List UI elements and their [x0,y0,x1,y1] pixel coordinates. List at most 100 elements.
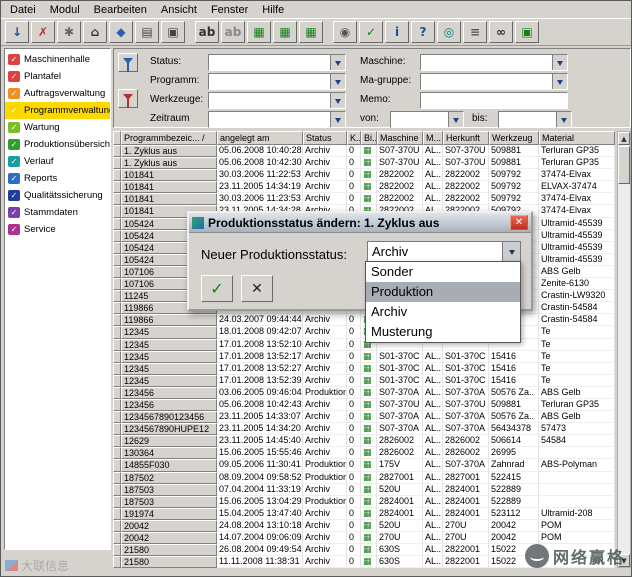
modules-icon-button[interactable]: ◆ [109,21,133,43]
table-row[interactable]: 14855F030 09.05.2006 11:30:41 Produktion 0 ▦… [113,459,615,472]
status-combo[interactable] [208,54,346,71]
column-header-cell-werkzeug[interactable]: Werkzeug [489,131,539,145]
dropdown-option-archiv[interactable]: Archiv [366,302,520,322]
ok-icon-button[interactable]: ✓ [359,21,383,43]
sidebar-item-reports[interactable]: ✓ Reports [5,170,110,187]
chevron-down-icon[interactable] [330,93,345,108]
column-header-cell-bild-icon[interactable]: Bi... [361,131,377,145]
sidebar-item-maschinenhalle[interactable]: ✓ Maschinenhalle [5,51,110,68]
table-row[interactable]: 1. Zyklus aus 05.06.2008 10:42:30 Archiv 0 ▦… [113,157,615,170]
close-icon[interactable]: ✕ [510,215,528,230]
werkzeuge-combo[interactable] [208,92,346,109]
table-row[interactable]: 1234567890HUPE12 23.11.2005 14:34:20 Archi… [113,423,615,436]
memo-input[interactable] [420,92,568,109]
chevron-down-icon[interactable] [330,74,345,89]
chevron-down-icon[interactable] [330,55,345,70]
home-icon-button[interactable]: ⌂ [83,21,107,43]
zeitraum-combo[interactable] [208,111,346,128]
column-header-cell-herkunft[interactable]: Herkunft [443,131,489,145]
menu-ansicht[interactable]: Ansicht [154,2,204,18]
list-icon-button[interactable]: ≡ [463,21,487,43]
sidebar-item-auftragsverwaltung[interactable]: ✓ Auftragsverwaltung [5,85,110,102]
column-header-cell-m[interactable]: M... [423,131,443,145]
filter-reset-button[interactable] [118,89,138,108]
cancel-button[interactable]: ✕ [241,275,273,302]
text-icon-button[interactable]: ab [221,21,245,43]
status-select[interactable]: Archiv [367,241,521,263]
print-icon-button[interactable]: ▣ [161,21,185,43]
dropdown-option-musterung[interactable]: Musterung [366,322,520,342]
table-row[interactable]: 12629 23.11.2005 14:45:40 Archiv 0 ▦ 2826002 A… [113,435,615,448]
programm-combo[interactable] [208,73,346,90]
delete-icon-button[interactable]: ✗ [31,21,55,43]
menu-datei[interactable]: Datei [3,2,43,18]
scroll-up-icon[interactable]: ▲ [618,132,630,145]
bis-combo[interactable] [498,111,572,128]
sidebar-item-stammdaten[interactable]: ✓ Stammdaten [5,204,110,221]
table-row[interactable]: 11986624.03.2007 09:44:44Archiv0▦Crastin… [113,314,615,327]
menu-modul[interactable]: Modul [43,2,87,18]
sidebar-item-verlauf[interactable]: ✓ Verlauf [5,153,110,170]
view-icon-button[interactable]: ◎ [437,21,461,43]
sidebar-item-service[interactable]: ✓ Service [5,221,110,238]
import-icon-button[interactable]: ↓ [5,21,29,43]
dialog-titlebar[interactable]: Produktionsstatus ändern: 1. Zyklus aus … [189,213,531,233]
menu-bearbeiten[interactable]: Bearbeiten [87,2,154,18]
preview-icon-button[interactable]: ▤ [135,21,159,43]
menu-fenster[interactable]: Fenster [204,2,255,18]
magruppe-combo[interactable] [420,73,568,90]
table-row[interactable]: 20042 14.07.2004 09:06:09 Archiv 0 ▦ 270U AL..… [113,532,615,545]
table-row[interactable]: 101841 30.03.2006 11:22:53 Archiv 0 ▦ 2822002… [113,169,615,182]
sidebar-item-programmverwaltung[interactable]: ✓ Programmverwaltung [5,102,110,119]
table-row[interactable]: 1. Zyklus aus 05.06.2008 10:40:28 Archiv 0 ▦… [113,145,615,158]
table-refresh-icon-button[interactable]: ▦ [299,21,323,43]
table-row[interactable]: 1234518.01.2008 09:42:07Archiv0▦Te [113,326,615,339]
status-icon-button[interactable]: ▣ [515,21,539,43]
maschine-combo[interactable] [420,54,568,71]
sidebar-item-wartung[interactable]: ✓ Wartung [5,119,110,136]
table-import-icon-button[interactable]: ▦ [273,21,297,43]
column-header-row-gutter[interactable] [113,131,121,145]
table-row[interactable]: 20042 24.08.2004 13:10:18 Archiv 0 ▦ 520U AL..… [113,519,615,532]
dropdown-option-produktion[interactable]: Produktion [366,282,520,302]
table-row[interactable]: 101841 30.03.2006 11:23:53 Archiv 0 ▦ 2822002… [113,193,615,206]
table-row[interactable]: 12345 17.01.2008 13:52:17 Archiv 0 ▦ S01-370C… [113,350,615,363]
scroll-thumb[interactable] [618,146,630,184]
column-header-cell-k[interactable]: K... [347,131,361,145]
chevron-down-icon[interactable] [552,74,567,89]
vertical-scrollbar[interactable]: ▲ ▼ [617,131,631,568]
settings-icon-button[interactable]: ✱ [57,21,81,43]
chevron-down-icon[interactable] [556,112,571,127]
column-header-cell-status[interactable]: Status [303,131,347,145]
column-header-cell-programmbezeichnung[interactable]: Programmbezeic... / [121,131,217,145]
table-row[interactable]: 12345 17.01.2008 13:52:10 Archiv 0 ▦ Te [113,338,615,351]
von-combo[interactable] [390,111,464,128]
column-header-cell-material[interactable]: Material [539,131,615,145]
table-row[interactable]: 187502 08.09.2004 09:58:52 Produktion 0 ▦ 282… [113,471,615,484]
chevron-down-icon[interactable] [330,112,345,127]
table-row[interactable]: 12345 17.01.2008 13:52:39 Archiv 0 ▦ S01-370C… [113,374,615,387]
sidebar-item-plantafel[interactable]: ✓ Plantafel [5,68,110,85]
dropdown-option-sonder[interactable]: Sonder [366,262,520,282]
table-row[interactable]: 1234567890123456 23.11.2005 14:33:07 Archi… [113,411,615,424]
sidebar-item-produktionsbersicht[interactable]: ✓ Produktionsübersicht [5,136,110,153]
help-icon-button[interactable]: ? [411,21,435,43]
column-header-cell-maschine[interactable]: Maschine [377,131,423,145]
info-icon-button[interactable]: i [385,21,409,43]
table-row[interactable]: 123456 03.06.2005 09:46:04 Produktion 0 ▦ S07… [113,386,615,399]
table-row[interactable]: 191974 15.04.2005 13:47:40 Archiv 0 ▦ 2824001… [113,507,615,520]
column-header-cell-angelegt-am[interactable]: angelegt am [217,131,303,145]
chevron-down-icon[interactable] [552,55,567,70]
filter-apply-button[interactable] [118,53,138,72]
chevron-down-icon[interactable] [448,112,463,127]
table-row[interactable]: 123456 05.06.2008 10:42:43 Archiv 0 ▦ S07-370… [113,398,615,412]
table-row[interactable]: 101841 23.11.2005 14:34:19 Archiv 0 ▦ 2822002… [113,181,615,194]
sidebar-item-qualittssicherung[interactable]: ✓ Qualitätssicherung [5,187,110,204]
table-row[interactable]: 12345 17.01.2008 13:52:27 Archiv 0 ▦ S01-370C… [113,362,615,375]
clock-icon-button[interactable]: ◉ [333,21,357,43]
binocular-icon-button[interactable]: ∞ [489,21,513,43]
ok-button[interactable]: ✓ [201,275,233,302]
menu-hilfe[interactable]: Hilfe [255,2,291,18]
table-row[interactable]: 187503 15.06.2005 13:04:29 Produktion 0 ▦ 282… [113,495,615,508]
table-export-icon-button[interactable]: ▦ [247,21,271,43]
